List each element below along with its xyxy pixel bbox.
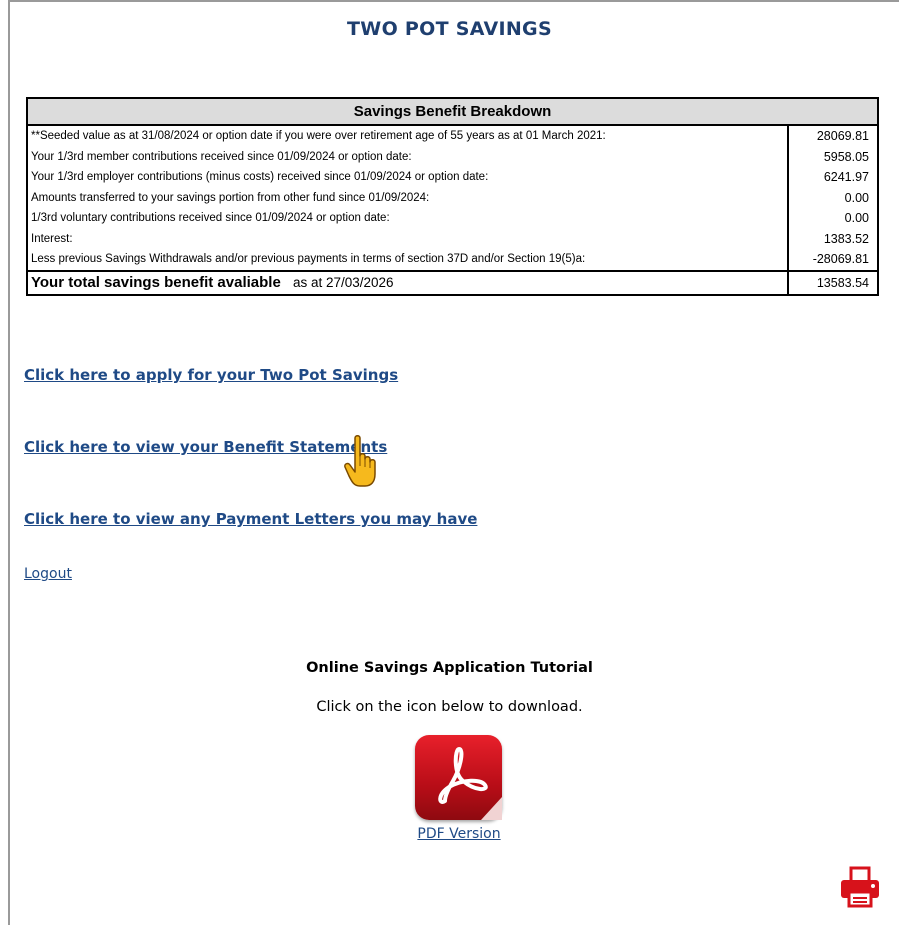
table-row: **Seeded value as at 31/08/2024 or optio… [27,125,878,147]
table-header-row: Savings Benefit Breakdown [27,98,878,126]
table-row: 1/3rd voluntary contributions received s… [27,208,878,229]
total-row: Your total savings benefit avaliable as … [27,269,878,295]
pdf-acrobat-glyph [438,747,502,820]
row-label: Your 1/3rd member contributions received… [27,146,789,167]
table-row: Amounts transferred to your savings port… [27,187,878,208]
view-benefit-statements-link[interactable]: Click here to view your Benefit Statemen… [24,438,387,456]
savings-breakdown-table: Savings Benefit Breakdown **Seeded value… [26,97,879,296]
row-amount: 5958.05 [823,149,869,164]
apply-two-pot-savings-link[interactable]: Click here to apply for your Two Pot Sav… [24,366,398,384]
view-payment-letters-link[interactable]: Click here to view any Payment Letters y… [24,510,477,528]
pdf-version-link[interactable]: PDF Version [0,826,899,842]
row-amount: 1383.52 [823,231,869,246]
row-amount: 6241.97 [823,170,869,185]
table-row: Your 1/3rd employer contributions (minus… [27,167,878,188]
row-label: Less previous Savings Withdrawals and/or… [27,249,789,271]
row-amount: 28069.81 [816,129,869,144]
row-amount: 0.00 [844,190,869,205]
tutorial-title: Online Savings Application Tutorial [306,660,593,676]
total-label: Your total savings benefit avaliable [31,274,281,291]
total-amount: 13583.54 [787,269,878,295]
row-label: **Seeded value as at 31/08/2024 or optio… [27,125,789,147]
row-amount: -28069.81 [812,252,869,267]
tutorial-instruction: Click on the icon below to download. [316,699,583,715]
hand-pointer-cursor-icon [343,434,383,490]
printer-icon[interactable] [837,864,883,910]
row-label: Amounts transferred to your savings port… [27,187,789,208]
table-row: Interest: 1383.52 [27,228,878,249]
row-label: 1/3rd voluntary contributions received s… [27,208,789,229]
logout-link[interactable]: Logout [24,566,72,582]
page-title: TWO POT SAVINGS [347,18,552,40]
total-label-cell: Your total savings benefit avaliable as … [27,269,789,295]
total-as-at-date: as at 27/03/2026 [292,275,394,290]
table-row: Less previous Savings Withdrawals and/or… [27,249,878,271]
table-row: Your 1/3rd member contributions received… [27,146,878,167]
row-label: Interest: [27,228,789,249]
row-label: Your 1/3rd employer contributions (minus… [27,167,789,188]
row-amount: 0.00 [844,211,869,226]
table-heading: Savings Benefit Breakdown [27,98,878,126]
pdf-icon[interactable] [415,735,502,820]
